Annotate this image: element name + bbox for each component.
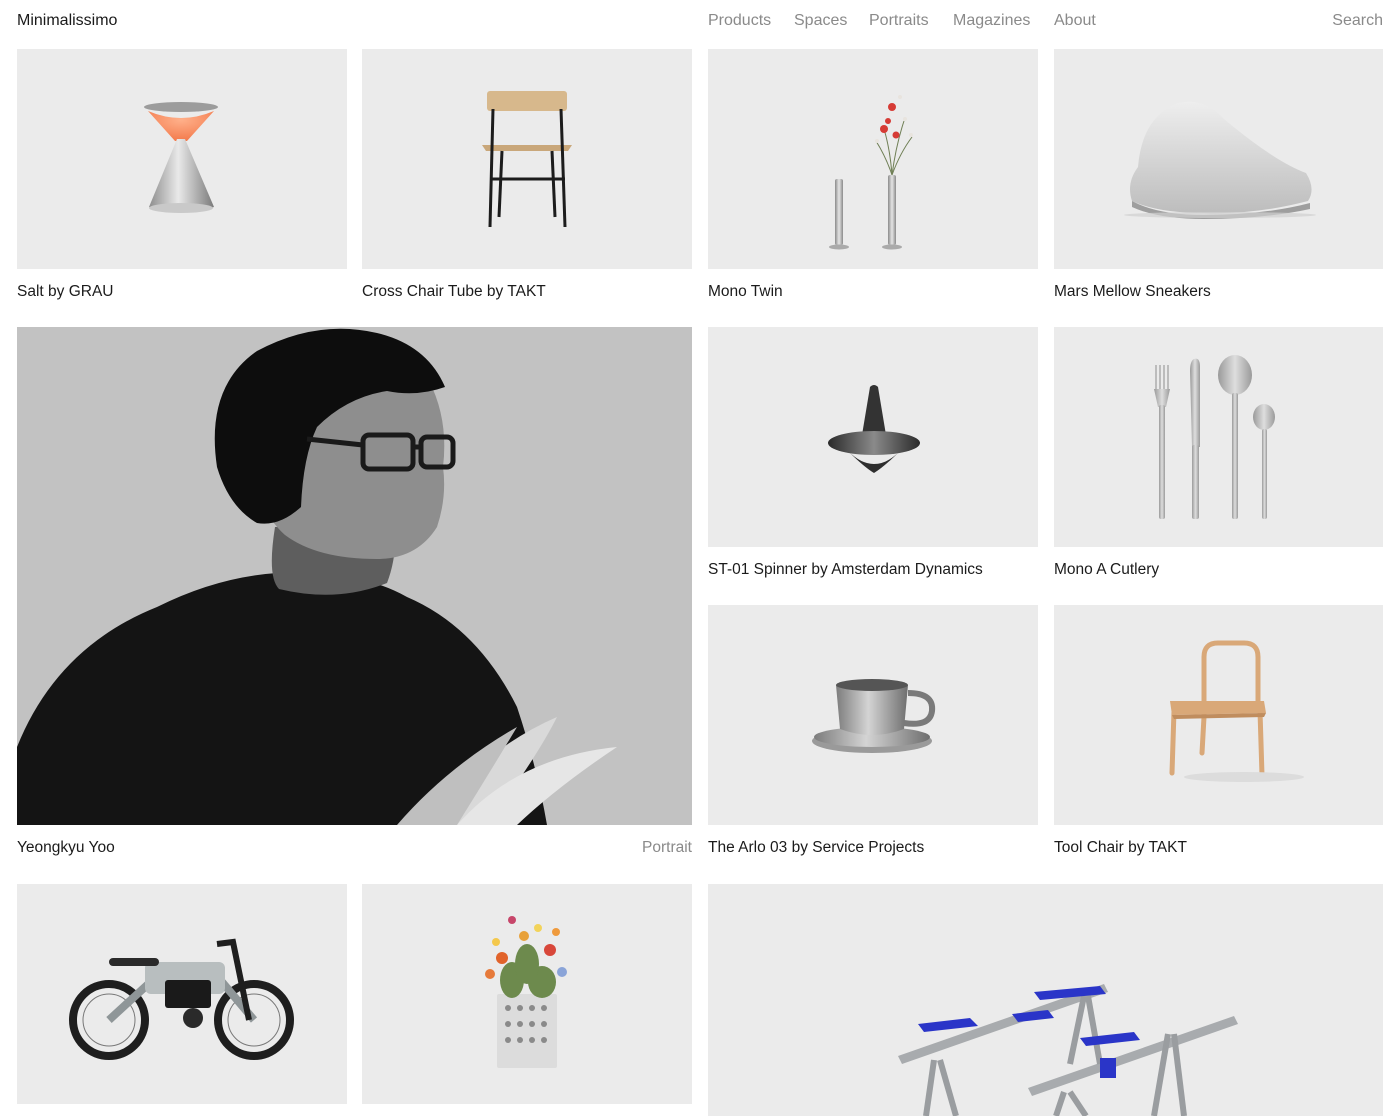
- nav-products[interactable]: Products: [708, 12, 771, 30]
- chair-image: [362, 49, 692, 269]
- card-cutlery[interactable]: Mono A Cutlery: [1054, 327, 1383, 587]
- nav-spaces[interactable]: Spaces: [794, 12, 847, 30]
- card-portrait[interactable]: Yeongkyu Yoo Portrait: [17, 327, 692, 867]
- sneaker-image: [1054, 49, 1383, 269]
- card-title: Salt by GRAU: [17, 283, 114, 300]
- card-flowers[interactable]: [362, 884, 692, 1116]
- card-mars-mellow[interactable]: Mars Mellow Sneakers: [1054, 49, 1383, 309]
- card-title: Tool Chair by TAKT: [1054, 839, 1187, 856]
- spinner-image: [708, 327, 1038, 547]
- cutlery-image: [1054, 327, 1383, 547]
- site-header: Minimalissimo Products Spaces Portraits …: [0, 0, 1400, 44]
- salt-lamp-image: [17, 49, 347, 269]
- nav-about[interactable]: About: [1054, 12, 1096, 30]
- card-spinner[interactable]: ST-01 Spinner by Amsterdam Dynamics: [708, 327, 1038, 587]
- card-trestle[interactable]: [708, 884, 1383, 1116]
- card-cross-chair[interactable]: Cross Chair Tube by TAKT: [362, 49, 692, 309]
- portrait-photo: [17, 327, 692, 825]
- card-title: Mono Twin: [708, 283, 783, 300]
- card-bike[interactable]: [17, 884, 347, 1116]
- site-logo[interactable]: Minimalissimo: [17, 12, 117, 30]
- card-title: Cross Chair Tube by TAKT: [362, 283, 546, 300]
- card-title: The Arlo 03 by Service Projects: [708, 839, 925, 856]
- ebike-image: [17, 884, 347, 1104]
- card-tool-chair[interactable]: Tool Chair by TAKT: [1054, 605, 1383, 867]
- wooden-chair-image: [1054, 605, 1383, 825]
- category-tag[interactable]: Portrait: [642, 839, 692, 857]
- nav-magazines[interactable]: Magazines: [953, 12, 1030, 30]
- nav-portraits[interactable]: Portraits: [869, 12, 929, 30]
- search-link[interactable]: Search: [1332, 12, 1383, 30]
- vase-image: [708, 49, 1038, 269]
- cup-image: [708, 605, 1038, 825]
- card-title: Yeongkyu Yoo: [17, 839, 115, 856]
- card-arlo[interactable]: The Arlo 03 by Service Projects: [708, 605, 1038, 867]
- card-title: Mono A Cutlery: [1054, 561, 1160, 578]
- trestle-image: [708, 884, 1383, 1116]
- card-salt[interactable]: Salt by GRAU: [17, 49, 347, 309]
- flower-holder-image: [362, 884, 692, 1104]
- card-title: Mars Mellow Sneakers: [1054, 283, 1211, 300]
- card-title: ST-01 Spinner by Amsterdam Dynamics: [708, 561, 983, 578]
- card-mono-twin[interactable]: Mono Twin: [708, 49, 1038, 309]
